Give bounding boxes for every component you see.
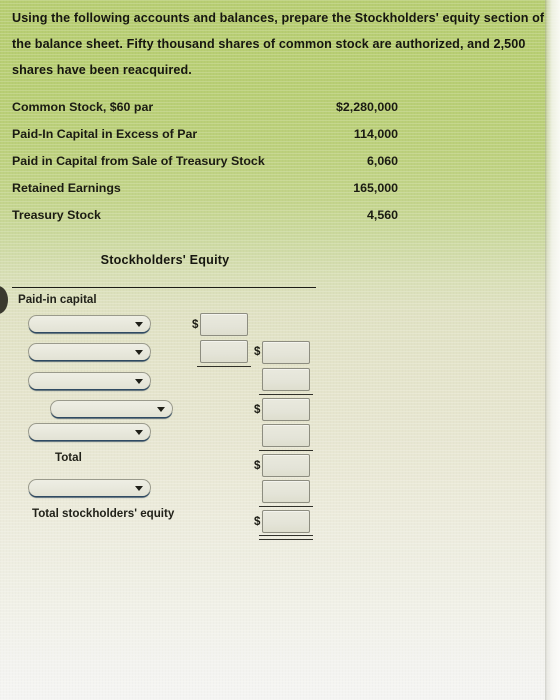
amount-input-1[interactable] xyxy=(200,313,248,336)
account-row: Paid in Capital from Sale of Treasury St… xyxy=(12,150,398,177)
currency-symbol: $ xyxy=(254,346,261,358)
chevron-down-icon xyxy=(157,407,165,412)
currency-symbol: $ xyxy=(254,516,261,528)
account-name: Common Stock, $60 par xyxy=(12,100,154,114)
grand-total-double-rule xyxy=(259,535,313,540)
amount-input-2[interactable] xyxy=(200,340,248,363)
subtotal-rule xyxy=(259,506,313,507)
account-select-2[interactable] xyxy=(28,343,151,360)
account-name: Treasury Stock xyxy=(12,208,101,222)
thumb-edge xyxy=(0,286,8,314)
amount-input-5[interactable] xyxy=(262,398,310,421)
chevron-down-icon xyxy=(135,350,143,355)
accounts-and-balances-list: Common Stock, $60 par $2,280,000 Paid-In… xyxy=(12,96,398,231)
currency-symbol: $ xyxy=(192,319,199,331)
amount-input-4[interactable] xyxy=(262,368,310,391)
chevron-down-icon xyxy=(135,379,143,384)
amount-input-3[interactable] xyxy=(262,341,310,364)
subtotal-rule xyxy=(259,450,313,451)
label-total-stockholders-equity: Total stockholders' equity xyxy=(32,507,175,520)
account-select-5[interactable] xyxy=(28,423,151,440)
account-value: 6,060 xyxy=(366,154,398,168)
account-name: Retained Earnings xyxy=(12,181,121,195)
currency-symbol: $ xyxy=(254,404,261,416)
account-select-6[interactable] xyxy=(28,479,151,496)
amount-input-9[interactable] xyxy=(262,510,310,533)
label-total: Total xyxy=(55,451,82,464)
account-value: 114,000 xyxy=(353,127,398,141)
amount-input-6[interactable] xyxy=(262,424,310,447)
label-paid-in-capital: Paid-in capital xyxy=(18,293,97,306)
account-value: 4,560 xyxy=(366,208,398,222)
amount-input-7[interactable] xyxy=(262,454,310,477)
account-select-1[interactable] xyxy=(28,315,151,332)
statement-header-rule xyxy=(12,287,316,288)
account-value: $2,280,000 xyxy=(335,100,398,114)
account-row: Paid-In Capital in Excess of Par 114,000 xyxy=(12,123,398,150)
page-edge xyxy=(545,0,560,700)
question-prompt: Using the following accounts and balance… xyxy=(12,11,545,77)
currency-symbol: $ xyxy=(254,460,261,472)
account-value: 165,000 xyxy=(353,181,398,195)
account-row: Retained Earnings 165,000 xyxy=(12,177,398,204)
photo-page: Using the following accounts and balance… xyxy=(0,0,560,700)
chevron-down-icon xyxy=(135,430,143,435)
account-name: Paid-In Capital in Excess of Par xyxy=(12,127,198,141)
account-name: Paid in Capital from Sale of Treasury St… xyxy=(12,154,265,168)
statement-title: Stockholders' Equity xyxy=(100,253,230,267)
account-row: Treasury Stock 4,560 xyxy=(12,204,398,231)
chevron-down-icon xyxy=(135,486,143,491)
account-row: Common Stock, $60 par $2,280,000 xyxy=(12,96,398,123)
subtotal-rule xyxy=(197,366,251,367)
chevron-down-icon xyxy=(135,322,143,327)
amount-input-8[interactable] xyxy=(262,480,310,503)
account-select-3[interactable] xyxy=(28,372,151,389)
subtotal-rule xyxy=(259,394,313,395)
account-select-4[interactable] xyxy=(50,400,173,417)
